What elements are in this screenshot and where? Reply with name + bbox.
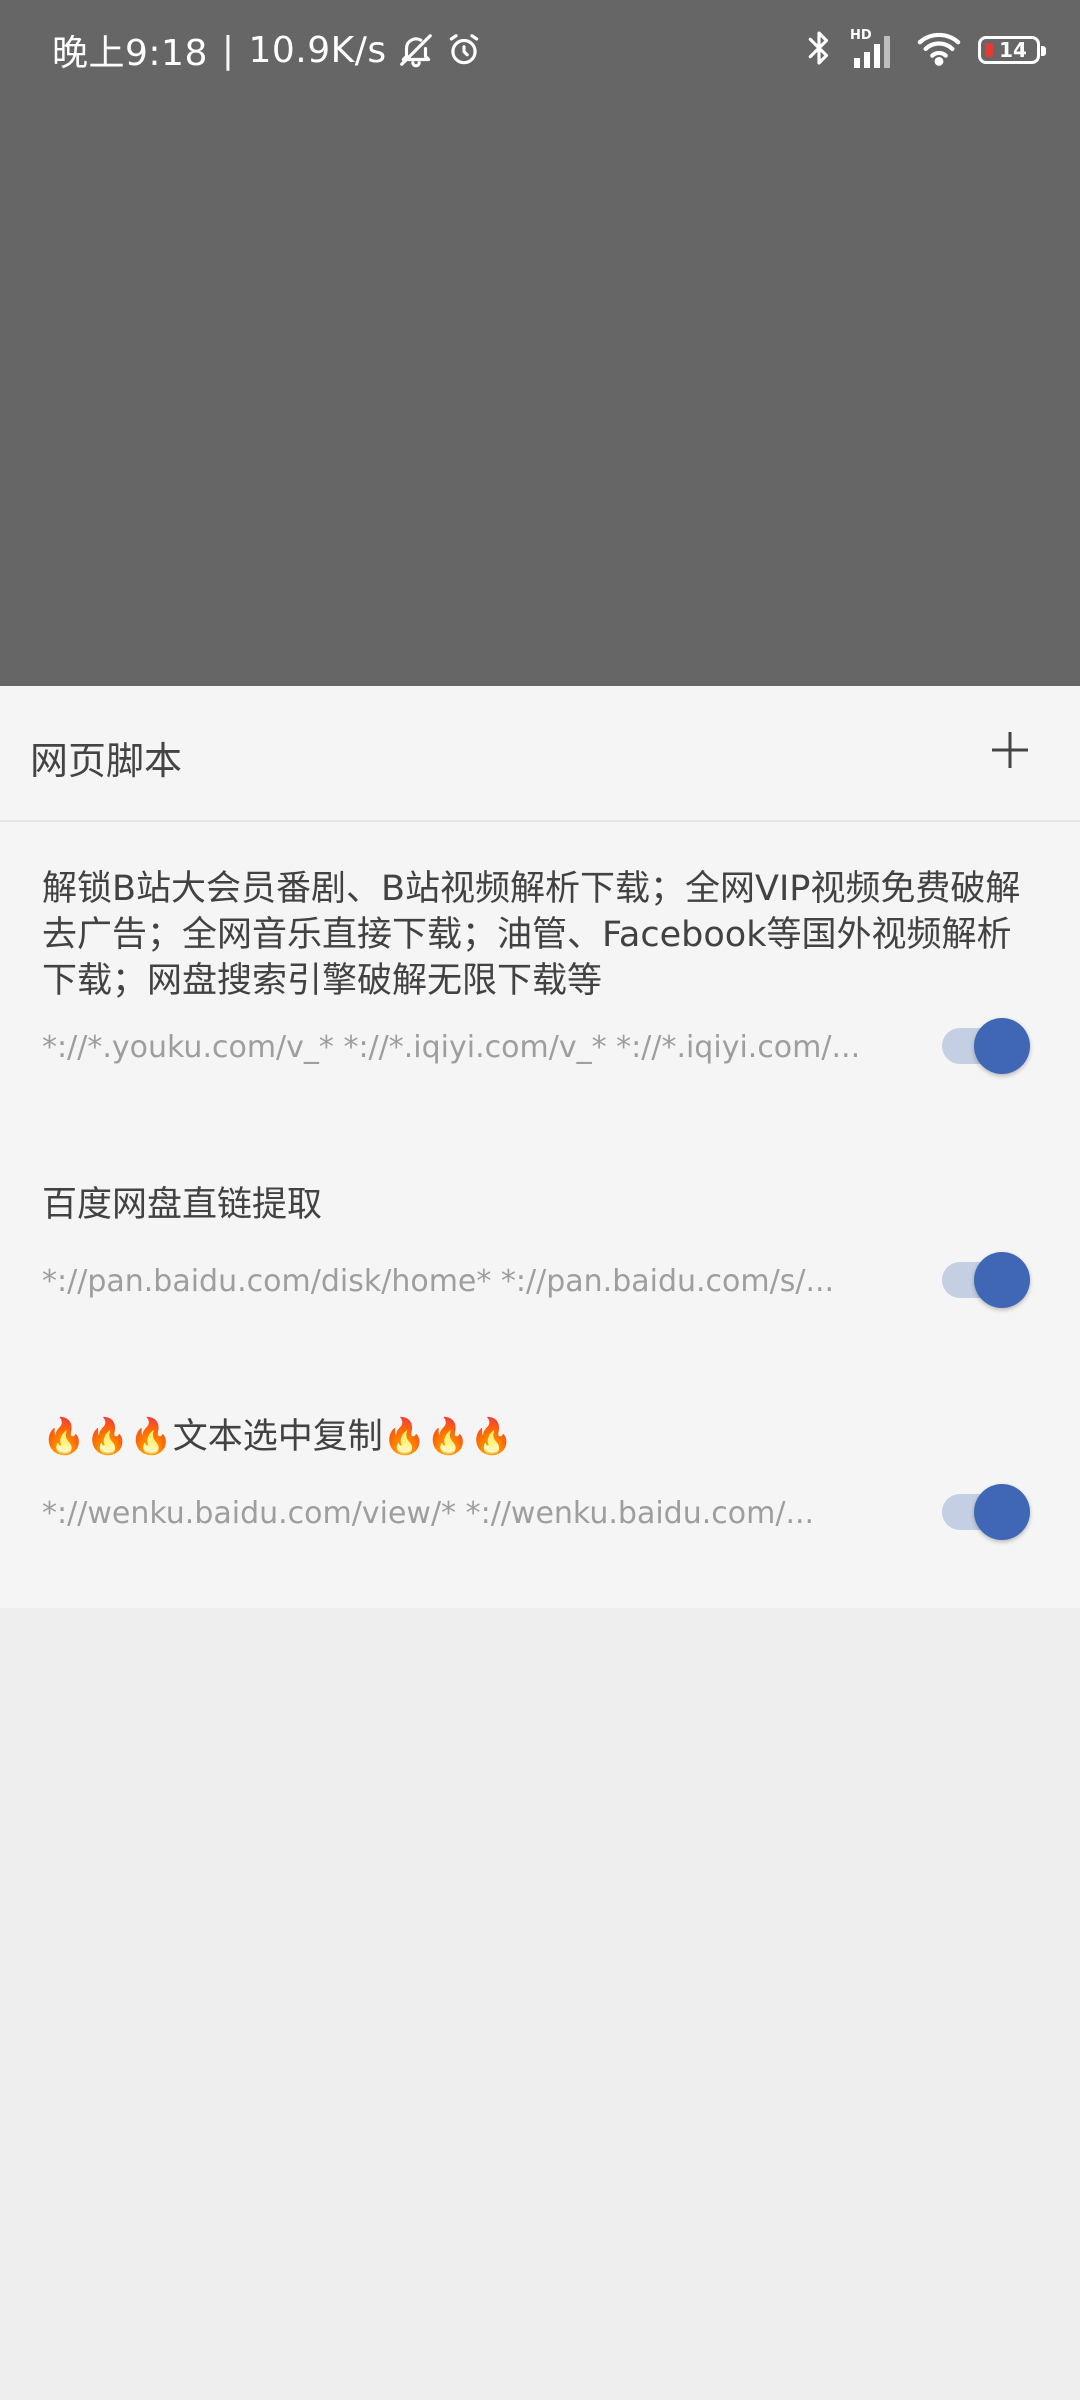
script-title: 解锁B站大会员番剧、B站视频解析下载；全网VIP视频免费破解去广告；全网音乐直接… — [42, 869, 1021, 1001]
sheet-header: 网页脚本 — [0, 686, 1080, 822]
script-title: 百度网盘直链提取 — [42, 1185, 323, 1225]
bluetooth-icon — [804, 28, 834, 72]
hd-signal-icon: HD — [850, 28, 900, 70]
status-bar: 晚上9:18 | 10.9K/s HD 14 — [0, 0, 1080, 100]
battery-icon: 14 — [978, 36, 1046, 64]
alarm-icon — [445, 31, 483, 69]
script-item[interactable]: 🔥🔥🔥文本选中复制🔥🔥🔥 *://wenku.baidu.com/view/* … — [0, 1417, 1080, 1562]
script-item[interactable]: 解锁B站大会员番剧、B站视频解析下载；全网VIP视频免费破解去广告；全网音乐直接… — [0, 866, 1080, 1074]
toggle-thumb — [974, 1484, 1030, 1540]
battery-percent: 14 — [999, 38, 1027, 62]
battery-level-fill — [985, 43, 993, 57]
dimmed-backdrop[interactable] — [0, 0, 1080, 686]
script-sheet: 网页脚本 解锁B站大会员番剧、B站视频解析下载；全网VIP视频免费破解去广告；全… — [0, 686, 1080, 1608]
script-match-urls: *://*.youku.com/v_* *://*.iqiyi.com/v_* … — [42, 1030, 861, 1065]
script-match-urls: *://pan.baidu.com/disk/home* *://pan.bai… — [42, 1264, 835, 1299]
status-separator: | — [221, 29, 235, 71]
status-time: 晚上9:18 — [52, 33, 208, 74]
network-speed: 10.9K/s — [248, 29, 387, 71]
toggle-thumb — [974, 1018, 1030, 1074]
bell-off-icon — [397, 31, 435, 69]
script-enable-toggle[interactable] — [940, 1250, 1032, 1310]
script-match-urls: *://wenku.baidu.com/view/* *://wenku.bai… — [42, 1496, 815, 1531]
script-item[interactable]: 百度网盘直链提取 *://pan.baidu.com/disk/home* *:… — [0, 1185, 1080, 1330]
toggle-thumb — [974, 1252, 1030, 1308]
add-script-button[interactable] — [982, 722, 1038, 778]
status-right: HD 14 — [804, 22, 1046, 78]
plus-icon — [992, 732, 1028, 768]
script-enable-toggle[interactable] — [940, 1482, 1032, 1542]
script-title: 🔥🔥🔥文本选中复制🔥🔥🔥 — [42, 1417, 514, 1457]
sheet-title: 网页脚本 — [30, 739, 183, 783]
status-left: 晚上9:18 | 10.9K/s — [52, 22, 483, 78]
script-enable-toggle[interactable] — [940, 1016, 1032, 1076]
wifi-icon — [916, 28, 962, 72]
